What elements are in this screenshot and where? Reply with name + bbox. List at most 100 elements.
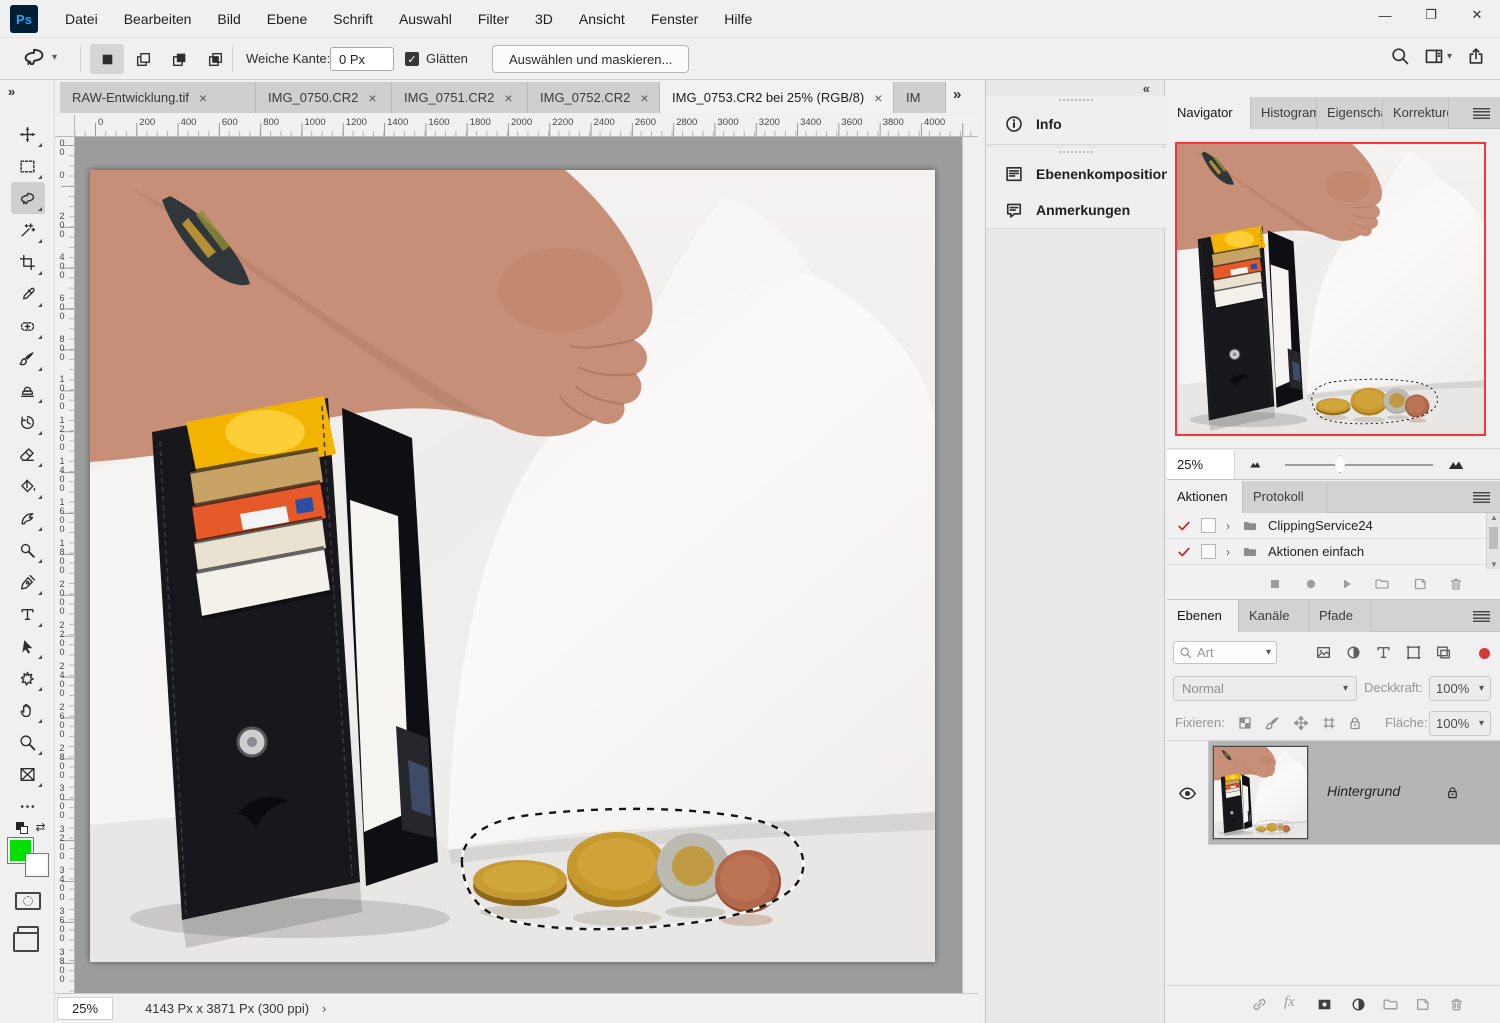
tool-paint-bucket[interactable] bbox=[11, 470, 45, 502]
tool-crop[interactable] bbox=[11, 246, 45, 278]
panel-tab-protokoll[interactable]: Protokoll bbox=[1243, 481, 1327, 513]
menu-datei[interactable]: Datei bbox=[52, 0, 111, 38]
intersect-selection-button[interactable] bbox=[198, 44, 232, 74]
dock-item-annotations[interactable]: Anmerkungen bbox=[986, 192, 1166, 228]
tool-history-brush[interactable] bbox=[11, 406, 45, 438]
action-dialog-checkbox[interactable] bbox=[1201, 518, 1216, 533]
menu-hilfe[interactable]: Hilfe bbox=[711, 0, 765, 38]
document-tab[interactable]: RAW-Entwicklung.tif× bbox=[60, 82, 256, 113]
new-action-icon[interactable] bbox=[1412, 576, 1428, 592]
default-colors-icon[interactable] bbox=[16, 822, 30, 834]
tool-type[interactable] bbox=[11, 598, 45, 630]
menu-schrift[interactable]: Schrift bbox=[320, 0, 386, 38]
lock-position-icon[interactable] bbox=[1293, 715, 1309, 731]
close-icon[interactable]: × bbox=[874, 91, 882, 105]
close-icon[interactable]: × bbox=[504, 91, 512, 105]
tool-zoom[interactable] bbox=[11, 726, 45, 758]
adjustment-layer-icon[interactable] bbox=[1350, 996, 1367, 1013]
tool-rectangular-marquee[interactable] bbox=[11, 150, 45, 182]
tool-eraser[interactable] bbox=[11, 438, 45, 470]
smooth-checkbox[interactable]: ✓ bbox=[405, 52, 419, 66]
panel-tab-navigator[interactable]: Navigator bbox=[1167, 97, 1251, 129]
fill-select[interactable]: 100% ▾ bbox=[1429, 711, 1491, 736]
close-icon[interactable]: × bbox=[368, 91, 376, 105]
document-tab[interactable]: IMG_0751.CR2× bbox=[392, 82, 528, 113]
swap-colors-icon[interactable]: ⇄ bbox=[35, 820, 45, 834]
workspace-switcher[interactable]: ▾ bbox=[1424, 46, 1452, 66]
menu-fenster[interactable]: Fenster bbox=[638, 0, 711, 38]
link-layers-icon[interactable] bbox=[1251, 996, 1268, 1013]
tool-spot-healing[interactable] bbox=[11, 310, 45, 342]
panel-menu-icon[interactable] bbox=[1473, 492, 1490, 503]
layer-filter-toggle[interactable] bbox=[1479, 648, 1490, 659]
lock-pixels-icon[interactable] bbox=[1265, 715, 1281, 731]
maximize-button[interactable]: ❐ bbox=[1408, 0, 1454, 30]
menu-ebene[interactable]: Ebene bbox=[254, 0, 320, 38]
new-group-folder-icon[interactable] bbox=[1382, 996, 1399, 1013]
panel-menu-icon[interactable] bbox=[1473, 611, 1490, 622]
panel-tab-eigenschaften[interactable]: Eigenschaften bbox=[1317, 97, 1383, 129]
tool-eyedropper[interactable] bbox=[11, 278, 45, 310]
panel-tab-korrekturen[interactable]: Korrekturen bbox=[1383, 97, 1449, 129]
play-icon[interactable] bbox=[1339, 576, 1355, 592]
active-tool-preview[interactable]: ▾ bbox=[22, 45, 57, 69]
quick-mask-button[interactable] bbox=[15, 892, 41, 910]
filter-smart-objects-icon[interactable] bbox=[1435, 644, 1452, 661]
tool-smudge[interactable] bbox=[11, 502, 45, 534]
document-tab[interactable]: IMG_0750.CR2× bbox=[256, 82, 392, 113]
tool-dodge[interactable] bbox=[11, 534, 45, 566]
tool-frame[interactable] bbox=[11, 758, 45, 790]
tool-brush[interactable] bbox=[11, 342, 45, 374]
select-and-mask-button[interactable]: Auswählen und maskieren... bbox=[492, 45, 689, 73]
dock-collapse-chevron[interactable]: « bbox=[1143, 81, 1150, 96]
tool-custom-shape[interactable] bbox=[11, 662, 45, 694]
document-tab[interactable]: IMG_0753.CR2 bei 25% (RGB/8)× bbox=[660, 82, 894, 113]
tool-clone-stamp[interactable] bbox=[11, 374, 45, 406]
menu-auswahl[interactable]: Auswahl bbox=[386, 0, 465, 38]
share-icon[interactable] bbox=[1466, 46, 1486, 66]
blend-mode-select[interactable]: Normal ▾ bbox=[1173, 676, 1357, 701]
subtract-from-selection-button[interactable] bbox=[162, 44, 196, 74]
tool-ellipsis[interactable] bbox=[11, 790, 45, 822]
canvas-pasteboard[interactable] bbox=[75, 137, 978, 993]
navigator-zoom-slider[interactable] bbox=[1285, 464, 1433, 466]
actions-scrollbar[interactable]: ▲▼ bbox=[1486, 513, 1500, 569]
vertical-ruler[interactable]: 2000200400600800100012001400160018002000… bbox=[55, 137, 75, 993]
navigator-preview[interactable] bbox=[1175, 142, 1486, 436]
new-layer-icon[interactable] bbox=[1414, 996, 1431, 1013]
panel-tab-pfade[interactable]: Pfade bbox=[1309, 600, 1371, 632]
panel-gripper[interactable] bbox=[986, 96, 1166, 104]
lock-artboard-icon[interactable] bbox=[1321, 715, 1337, 731]
layer-styles-fx-icon[interactable]: fx bbox=[1284, 994, 1295, 1011]
layer-row-hintergrund[interactable]: Hintergrund bbox=[1167, 741, 1500, 845]
chevron-right-icon[interactable]: › bbox=[1226, 519, 1230, 533]
lock-transparency-icon[interactable] bbox=[1237, 715, 1253, 731]
filter-shape-layers-icon[interactable] bbox=[1405, 644, 1422, 661]
document-canvas[interactable] bbox=[90, 170, 935, 962]
menu-ansicht[interactable]: Ansicht bbox=[566, 0, 638, 38]
action-row[interactable]: ›Aktionen einfach bbox=[1167, 539, 1500, 565]
screen-mode-button[interactable] bbox=[17, 926, 39, 942]
add-to-selection-button[interactable] bbox=[126, 44, 160, 74]
minimize-button[interactable]: — bbox=[1362, 0, 1408, 30]
action-check-icon[interactable] bbox=[1177, 519, 1193, 533]
opacity-select[interactable]: 100% ▾ bbox=[1429, 676, 1491, 701]
tool-pen[interactable] bbox=[11, 566, 45, 598]
panel-tab-histogramm[interactable]: Histogramm bbox=[1251, 97, 1317, 129]
tool-path-selection[interactable] bbox=[11, 630, 45, 662]
layer-thumbnail[interactable] bbox=[1213, 746, 1308, 839]
panel-tab-aktionen[interactable]: Aktionen bbox=[1167, 481, 1243, 513]
action-row[interactable]: ›ClippingService24 bbox=[1167, 513, 1500, 539]
filter-pixel-layers-icon[interactable] bbox=[1315, 644, 1332, 661]
panel-tab-kanle[interactable]: Kanäle bbox=[1239, 600, 1309, 632]
menu-bild[interactable]: Bild bbox=[204, 0, 253, 38]
menu-3d[interactable]: 3D bbox=[522, 0, 566, 38]
menu-bearbeiten[interactable]: Bearbeiten bbox=[111, 0, 205, 38]
add-layer-mask-icon[interactable] bbox=[1316, 996, 1333, 1013]
navigator-zoom-slider-thumb[interactable] bbox=[1333, 455, 1347, 473]
chevron-right-icon[interactable]: › bbox=[1226, 545, 1230, 559]
action-dialog-checkbox[interactable] bbox=[1201, 544, 1216, 559]
record-icon[interactable] bbox=[1303, 576, 1319, 592]
layer-visibility-cell[interactable] bbox=[1167, 741, 1209, 845]
action-check-icon[interactable] bbox=[1177, 545, 1193, 559]
